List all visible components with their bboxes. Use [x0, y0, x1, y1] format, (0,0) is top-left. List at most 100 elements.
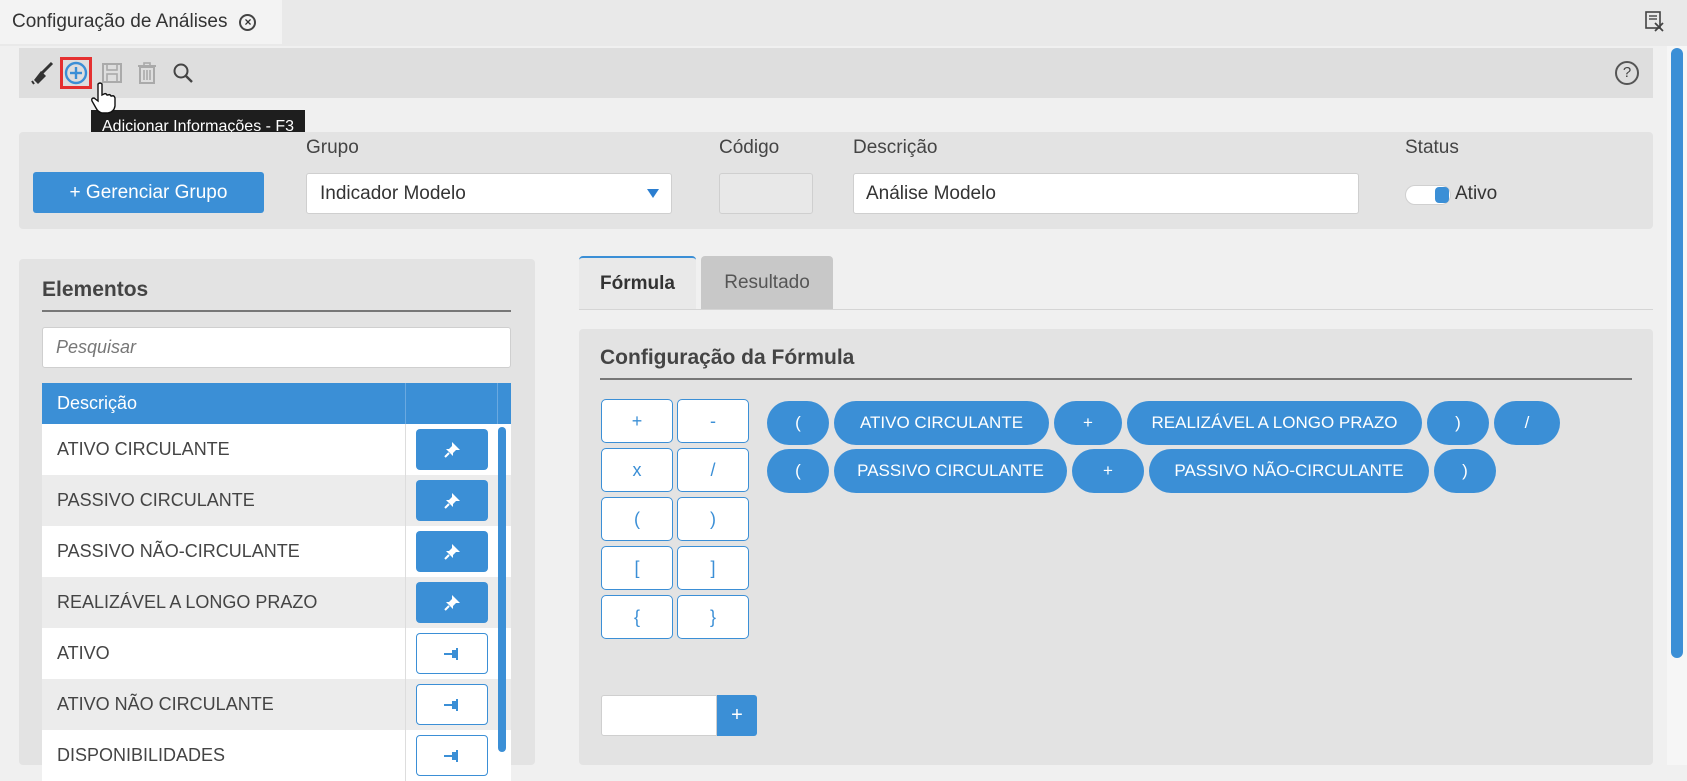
- element-action-cell: [406, 531, 498, 572]
- add-circle-icon: [64, 61, 88, 85]
- table-row[interactable]: ATIVO NÃO CIRCULANTE: [42, 679, 511, 730]
- codigo-label: Código: [719, 137, 780, 158]
- formula-title-underline: [600, 378, 1632, 380]
- status-value: Ativo: [1455, 183, 1498, 204]
- pin-icon: [444, 543, 460, 560]
- header-form-panel: + Gerenciar Grupo Grupo Indicador Modelo…: [19, 132, 1653, 229]
- element-label: REALIZÁVEL A LONGO PRAZO: [42, 577, 406, 628]
- formula-token[interactable]: PASSIVO CIRCULANTE: [834, 449, 1067, 493]
- codigo-field[interactable]: [719, 173, 813, 214]
- formula-token[interactable]: ): [1434, 449, 1496, 493]
- grupo-select[interactable]: Indicador Modelo: [306, 173, 672, 214]
- column-header-descricao[interactable]: Descrição: [42, 383, 406, 424]
- toolbar: ?: [19, 48, 1653, 98]
- pin-icon: [444, 594, 460, 611]
- table-row[interactable]: PASSIVO CIRCULANTE: [42, 475, 511, 526]
- chevron-down-icon: [647, 189, 659, 198]
- pin-button[interactable]: [416, 582, 488, 623]
- formula-token[interactable]: +: [1054, 401, 1122, 445]
- add-info-button[interactable]: [60, 57, 92, 89]
- pin-icon: [444, 441, 460, 458]
- status-toggle-knob: [1435, 187, 1449, 203]
- search-icon[interactable]: [167, 57, 199, 89]
- close-all-windows-icon[interactable]: [1643, 10, 1665, 32]
- elements-search-input[interactable]: Pesquisar: [42, 327, 511, 368]
- operator-button[interactable]: [: [601, 546, 673, 590]
- help-icon[interactable]: ?: [1615, 61, 1639, 85]
- formula-panel: Configuração da Fórmula + - x /()[]{} (ATIV…: [579, 329, 1653, 765]
- formula-token[interactable]: +: [1072, 449, 1144, 493]
- formula-token[interactable]: (: [767, 449, 829, 493]
- formula-title: Configuração da Fórmula: [600, 346, 855, 369]
- descricao-field[interactable]: Análise Modelo: [853, 173, 1359, 214]
- page-scrollbar[interactable]: [1667, 46, 1687, 765]
- formula-token[interactable]: REALIZÁVEL A LONGO PRAZO: [1127, 401, 1422, 445]
- table-row[interactable]: REALIZÁVEL A LONGO PRAZO: [42, 577, 511, 628]
- tab-formula[interactable]: Fórmula: [579, 256, 696, 310]
- operator-button[interactable]: -: [677, 399, 749, 443]
- grupo-label: Grupo: [306, 137, 359, 158]
- element-label: ATIVO CIRCULANTE: [42, 424, 406, 475]
- status-toggle[interactable]: [1405, 185, 1451, 205]
- pin-button[interactable]: [416, 531, 488, 572]
- pin-icon: [444, 698, 458, 711]
- formula-token[interactable]: ATIVO CIRCULANTE: [834, 401, 1049, 445]
- close-tab-icon[interactable]: ×: [239, 13, 257, 31]
- descricao-label: Descrição: [853, 137, 938, 158]
- operator-button[interactable]: }: [677, 595, 749, 639]
- element-label: ATIVO NÃO CIRCULANTE: [42, 679, 406, 730]
- elements-panel: Elementos Pesquisar Descrição ATIVO CIRC…: [19, 259, 535, 781]
- grupo-select-value: Indicador Modelo: [320, 183, 466, 204]
- pin-button[interactable]: [416, 633, 488, 674]
- element-action-cell: [406, 633, 498, 674]
- broom-icon[interactable]: [27, 57, 59, 89]
- formula-token[interactable]: (: [767, 401, 829, 445]
- element-action-cell: [406, 684, 498, 725]
- table-row[interactable]: DISPONIBILIDADES: [42, 730, 511, 781]
- pin-button[interactable]: [416, 684, 488, 725]
- operator-button[interactable]: +: [601, 399, 673, 443]
- formula-token[interactable]: ): [1427, 401, 1489, 445]
- pin-button[interactable]: [416, 429, 488, 470]
- tab-divider: [579, 309, 1653, 310]
- operator-button[interactable]: {: [601, 595, 673, 639]
- operator-button[interactable]: x: [601, 448, 673, 492]
- document-tab-title: Configuração de Análises: [12, 11, 228, 32]
- table-row[interactable]: ATIVO CIRCULANTE: [42, 424, 511, 475]
- status-label: Status: [1405, 137, 1459, 158]
- elements-table: Descrição ATIVO CIRCULANTE PASSIVO CIRCUL…: [42, 383, 511, 781]
- elements-title-underline: [42, 310, 511, 312]
- element-action-cell: [406, 480, 498, 521]
- page-scrollbar-thumb[interactable]: [1671, 48, 1683, 658]
- pin-icon: [444, 749, 458, 762]
- pin-icon: [444, 647, 458, 660]
- formula-token[interactable]: PASSIVO NÃO-CIRCULANTE: [1149, 449, 1429, 493]
- document-tab-bar: Configuração de Análises ×: [0, 0, 1687, 46]
- element-action-cell: [406, 735, 498, 776]
- tab-resultado[interactable]: Resultado: [701, 256, 833, 310]
- element-label: PASSIVO CIRCULANTE: [42, 475, 406, 526]
- pin-button[interactable]: [416, 735, 488, 776]
- column-header-actions: [406, 383, 498, 424]
- number-input[interactable]: [601, 695, 717, 736]
- trash-icon[interactable]: [131, 57, 163, 89]
- pin-button[interactable]: [416, 480, 488, 521]
- element-label: PASSIVO NÃO-CIRCULANTE: [42, 526, 406, 577]
- elements-table-scrollbar[interactable]: [498, 427, 506, 752]
- table-row[interactable]: ATIVO: [42, 628, 511, 679]
- element-action-cell: [406, 429, 498, 470]
- element-action-cell: [406, 582, 498, 623]
- pin-icon: [444, 492, 460, 509]
- hand-cursor-icon: [91, 82, 116, 114]
- operator-button[interactable]: ): [677, 497, 749, 541]
- document-tab[interactable]: Configuração de Análises ×: [0, 0, 282, 44]
- table-row[interactable]: PASSIVO NÃO-CIRCULANTE: [42, 526, 511, 577]
- operator-button[interactable]: ]: [677, 546, 749, 590]
- manage-group-button[interactable]: + Gerenciar Grupo: [33, 172, 264, 213]
- operator-button[interactable]: /: [677, 448, 749, 492]
- element-label: DISPONIBILIDADES: [42, 730, 406, 781]
- elements-title: Elementos: [42, 278, 149, 301]
- formula-token[interactable]: /: [1494, 401, 1560, 445]
- operator-button[interactable]: (: [601, 497, 673, 541]
- add-number-button[interactable]: +: [717, 695, 757, 736]
